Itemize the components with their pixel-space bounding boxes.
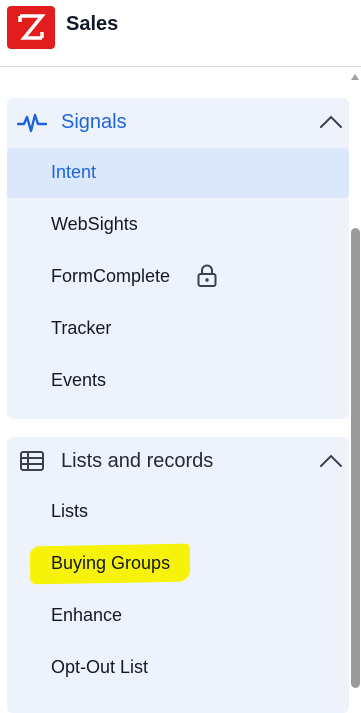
sidebar-item-label: FormComplete <box>51 266 171 286</box>
table-icon <box>19 449 45 478</box>
sidebar-item-events[interactable]: Events <box>7 356 349 406</box>
sidebar-item-label: Tracker <box>51 318 112 338</box>
sidebar-item-lists[interactable]: Lists <box>7 487 349 537</box>
sidebar-item-enhance[interactable]: Enhance <box>7 591 349 641</box>
app-header: Sales <box>0 0 361 67</box>
sidebar-item-tracker[interactable]: Tracker <box>7 304 349 354</box>
z-logo-icon <box>18 14 46 40</box>
sidebar-item-label: Intent <box>51 162 97 182</box>
scroll-up-arrow-icon[interactable] <box>351 74 359 80</box>
sidebar-item-label: Lists <box>51 501 89 521</box>
sidebar-item-label: Opt-Out List <box>51 657 149 677</box>
scrollbar-thumb[interactable] <box>351 228 360 688</box>
section-header-signals[interactable]: Signals <box>7 98 349 146</box>
section-lists-and-records: Lists and records Lists Buying Groups En… <box>7 437 349 713</box>
section-signals: Signals Intent WebSights FormComplete Tr… <box>7 98 349 419</box>
sidebar-item-label: WebSights <box>51 214 138 234</box>
chevron-up-icon[interactable] <box>319 112 343 137</box>
sidebar-item-intent[interactable]: Intent <box>7 148 349 198</box>
sidebar-item-label: Buying Groups <box>51 553 171 573</box>
chevron-up-icon[interactable] <box>319 451 343 476</box>
sidebar-item-label: Events <box>51 370 107 390</box>
sidebar-item-websights[interactable]: WebSights <box>7 200 349 250</box>
section-title-lists: Lists and records <box>61 450 214 472</box>
pulse-icon <box>16 111 48 140</box>
brand-logo[interactable] <box>7 6 55 49</box>
sidebar-item-label: Enhance <box>51 605 123 625</box>
sidebar-item-buying-groups[interactable]: Buying Groups <box>7 539 349 589</box>
section-title-signals: Signals <box>61 111 127 133</box>
sidebar-item-formcomplete[interactable]: FormComplete <box>7 252 349 302</box>
lock-icon <box>195 263 219 294</box>
sidebar-item-opt-out-list[interactable]: Opt-Out List <box>7 643 349 693</box>
app-title: Sales <box>66 13 119 35</box>
section-header-lists[interactable]: Lists and records <box>7 437 349 485</box>
